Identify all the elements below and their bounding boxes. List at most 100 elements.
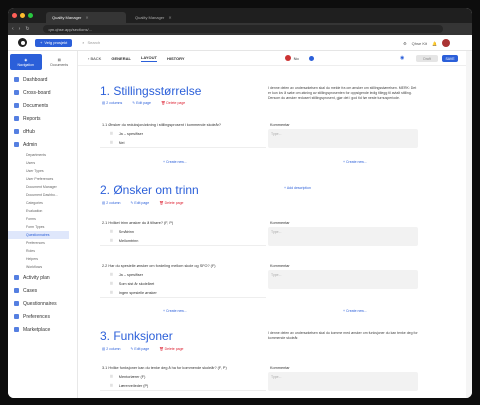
option-row[interactable]: ⠿ Småtrinn — [100, 227, 266, 236]
sidebar-subitem-forms[interactable]: Forms — [8, 215, 77, 223]
sidebar-item-questionnaires[interactable]: Questionnaires — [8, 297, 77, 310]
drag-handle-icon[interactable]: ⠿ — [110, 131, 113, 136]
edit-page-button[interactable]: ✎ Edit page — [132, 101, 151, 105]
tab-layout[interactable]: LAYOUT — [140, 55, 157, 62]
create-new-link[interactable]: + Create new... — [343, 160, 367, 164]
option-row[interactable]: ⠿ Ja – spesifiser — [100, 129, 266, 138]
sidebar-subitem-evaluation[interactable]: Evaluation — [8, 207, 77, 215]
create-new-link[interactable]: + Create new... — [163, 309, 187, 313]
edit-page-button[interactable]: ✎ Edit page — [130, 347, 149, 351]
save-button[interactable]: SAVE — [442, 55, 458, 62]
sidebar-item-dashboard[interactable]: Dashboard — [8, 73, 77, 86]
browser-tab-inactive[interactable]: Quality Manager ✕ — [129, 12, 209, 23]
drag-handle-icon[interactable]: ⠿ — [110, 140, 113, 145]
sidebar-subitem-preferences[interactable]: Preferences — [8, 239, 77, 247]
forward-arrow-icon[interactable]: › — [19, 26, 21, 32]
info-icon[interactable] — [308, 55, 314, 61]
sidebar-item-documents[interactable]: Documents — [8, 99, 77, 112]
draft-button[interactable]: Draft — [416, 55, 438, 62]
tab-history[interactable]: HISTORY — [167, 56, 185, 61]
sidebar-subitem-user-preferences[interactable]: User Preferences — [8, 175, 77, 183]
language-select[interactable]: No — [284, 55, 299, 61]
sidebar-item-dhub[interactable]: dHub — [8, 125, 77, 138]
comment-textarea[interactable]: Type... — [268, 372, 418, 391]
comment-textarea[interactable]: Type... — [268, 227, 418, 246]
notification-icon[interactable]: 🔔 — [432, 41, 437, 46]
option-row[interactable]: ⠿ Mellomtrinn — [100, 236, 266, 245]
user-name[interactable]: Qhse Kit — [412, 41, 427, 46]
sidebar-subitem-user-types[interactable]: User Types — [8, 167, 77, 175]
drag-handle-icon[interactable]: ⠿ — [110, 383, 113, 388]
sidebar-subitem-users[interactable]: Users — [8, 159, 77, 167]
option-row[interactable]: ⠿ Ingen spesielle ønsker — [100, 288, 266, 297]
sidebar-item-preferences[interactable]: Preferences — [8, 310, 77, 323]
drag-handle-icon[interactable]: ⠿ — [110, 281, 113, 286]
create-new-link[interactable]: + Create new... — [343, 309, 367, 313]
scrollbar[interactable] — [466, 51, 472, 398]
sidebar-item-marketplace[interactable]: Marketplace — [8, 323, 77, 336]
option-row[interactable]: ⠿ Lærerveileder (P) — [100, 381, 266, 390]
back-arrow-icon[interactable]: ‹ — [12, 26, 14, 32]
question-card[interactable]: 2.1 Hvilket trinn ønsker du å tilhøre? (… — [100, 219, 266, 246]
sidebar-item-reports[interactable]: Reports — [8, 112, 77, 125]
sidebar-subitem-helpers[interactable]: Helpers — [8, 255, 77, 263]
sidebar-subitem-questionnaires[interactable]: Questionnaires — [8, 231, 69, 239]
sidebar-tab-documents[interactable]: ▤ Documents — [44, 54, 76, 70]
sidebar-item-admin[interactable]: Admin — [8, 138, 77, 151]
columns-button[interactable]: ▥ 2 columns — [102, 101, 122, 105]
comment-textarea[interactable]: Type... — [268, 270, 418, 289]
tab-general[interactable]: GENERAL — [111, 56, 131, 61]
columns-button[interactable]: ▥ 2 column — [102, 347, 120, 351]
close-window-icon[interactable] — [12, 13, 17, 18]
browser-tab-active[interactable]: Quality Manager ✕ — [46, 12, 126, 23]
drag-handle-icon[interactable]: ⠿ — [110, 229, 113, 234]
drag-handle-icon[interactable]: ⠿ — [110, 238, 113, 243]
edit-page-button[interactable]: ✎ Edit page — [130, 201, 149, 205]
delete-page-button[interactable]: 🗑 Delete page — [161, 101, 185, 105]
settings-icon[interactable]: ⚙ — [403, 41, 407, 46]
search-input[interactable]: ⌕ Search — [82, 40, 100, 45]
drag-handle-icon[interactable]: ⠿ — [110, 272, 113, 277]
option-row[interactable]: ⠿ Mentorlærer (F) — [100, 372, 266, 381]
section-title[interactable]: 3. Funksjoner — [100, 329, 173, 343]
option-row[interactable]: ⠿ Som sist år skoleåret — [100, 279, 266, 288]
question-card[interactable]: 2.2 Har du spesielle ønsker om fordeling… — [100, 262, 266, 298]
option-row[interactable]: ⠿ Ja – spesifiser — [100, 270, 266, 279]
sidebar-subitem-form-types[interactable]: Form Types — [8, 223, 77, 231]
sidebar-item-crossboard[interactable]: Cross-board — [8, 86, 77, 99]
question-card[interactable]: 3.1 Hvilke funksjoner kan du tenke deg å… — [100, 364, 266, 391]
section-title[interactable]: 1. Stillingsstørrelse — [100, 84, 201, 98]
reload-icon[interactable]: ↻ — [25, 26, 29, 32]
columns-button[interactable]: ▥ 2 column — [102, 201, 120, 205]
delete-page-button[interactable]: 🗑 Delete page — [159, 201, 183, 205]
sidebar-subitem-roles[interactable]: Roles — [8, 247, 77, 255]
add-description-link[interactable]: + Add description — [284, 186, 311, 190]
close-tab-icon[interactable]: ✕ — [168, 15, 171, 20]
sidebar-subitem-departments[interactable]: Departments — [8, 151, 77, 159]
url-field[interactable]: qm.qhse.app/sections/... — [42, 25, 443, 33]
avatar[interactable] — [442, 39, 450, 47]
section-title[interactable]: 2. Ønsker om trinn — [100, 183, 199, 197]
section-description[interactable]: I denne delen av undersøkelsen skal du k… — [268, 331, 418, 341]
sidebar-item-activity-plan[interactable]: Activity plan — [8, 271, 77, 284]
maximize-window-icon[interactable] — [28, 13, 33, 18]
minimize-window-icon[interactable] — [20, 13, 25, 18]
sidebar-tab-navigation[interactable]: ◉ Navigation — [10, 54, 42, 70]
delete-page-button[interactable]: 🗑 Delete page — [159, 347, 183, 351]
option-row[interactable]: ⠿ Nei — [100, 138, 266, 147]
close-tab-icon[interactable]: ✕ — [85, 15, 88, 20]
sidebar-subitem-categories[interactable]: Categories — [8, 199, 77, 207]
preview-eye-icon[interactable]: ◉ — [400, 55, 404, 61]
create-new-link[interactable]: + Create new... — [163, 160, 187, 164]
sidebar-subitem-document-dashboard[interactable]: Document Dashbo... — [8, 191, 77, 199]
sidebar-subitem-document-manager[interactable]: Document Manager — [8, 183, 77, 191]
sidebar-subitem-workflows[interactable]: Workflows — [8, 263, 77, 271]
drag-handle-icon[interactable]: ⠿ — [110, 290, 113, 295]
sidebar-item-cases[interactable]: Cases — [8, 284, 77, 297]
project-select-button[interactable]: + Velg prosjekt — [35, 38, 73, 47]
app-logo[interactable] — [18, 38, 27, 47]
question-card[interactable]: 1.1 Ønsker du reduksjon/økning i stillin… — [100, 121, 266, 148]
drag-handle-icon[interactable]: ⠿ — [110, 374, 113, 379]
comment-textarea[interactable]: Type... — [268, 129, 418, 148]
section-description[interactable]: I denne delen av undersøkelsen skal du m… — [268, 86, 418, 101]
